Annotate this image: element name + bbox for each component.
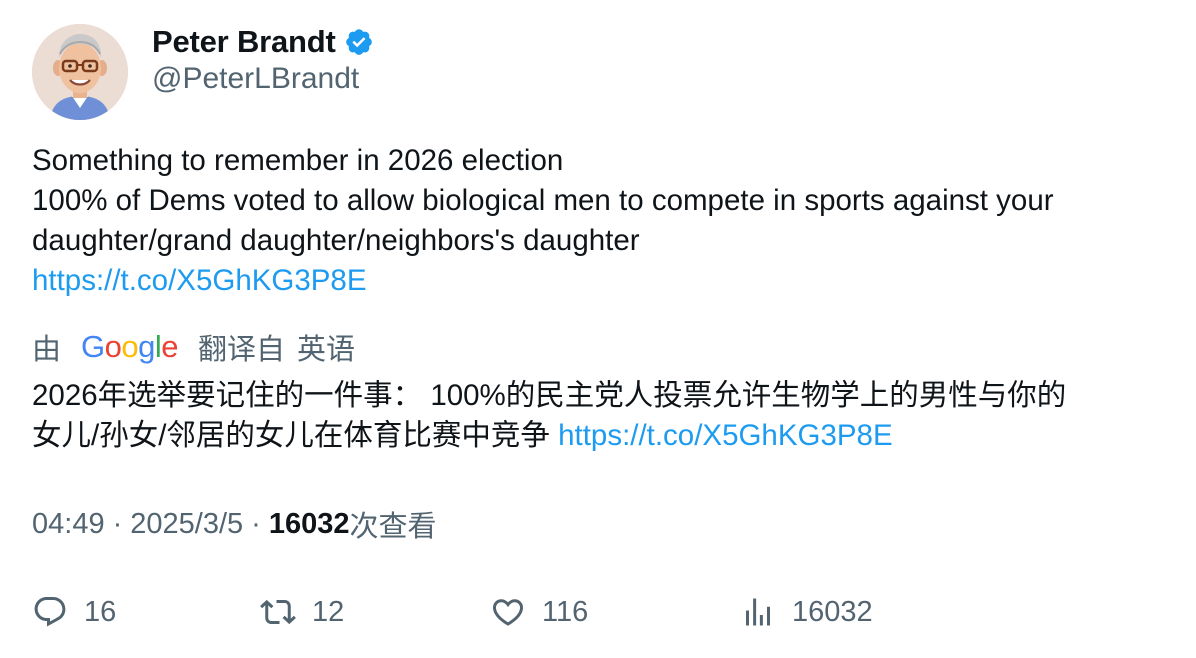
translated-by-label: 由 [32,334,62,366]
avatar[interactable] [32,24,128,120]
translated-link[interactable]: https://t.co/X5GhKG3P8E [558,419,893,452]
translated-text-segment: 女儿/孙女/邻居的女儿在体育比赛中竞争 [32,419,550,452]
display-name[interactable]: Peter Brandt [152,24,336,60]
author-handle[interactable]: @PeterLBrandt [152,62,359,96]
views-button[interactable]: 16032 [740,590,873,634]
views-count: 16032 [268,507,350,540]
tweet-text: Something to remember in 2026 election 1… [32,141,1172,301]
verified-badge-icon [344,27,374,57]
heart-icon [490,594,526,630]
translated-text: 2026年选举要记住的一件事： 100%的民主党人投票允许生物学上的男性与你的 … [32,376,1172,456]
avatar-illustration [32,24,128,120]
google-logo[interactable]: Google [81,329,179,365]
tweet-date[interactable]: 2025/3/5 [130,508,243,541]
tweet-meta: 04:49 · 2025/3/5 · 16032 次查看 [32,504,436,544]
bar-chart-icon [740,594,776,630]
retweet-icon [260,594,296,630]
reply-count: 16 [84,595,117,628]
like-button[interactable]: 116 [490,590,588,634]
views-label: 次查看 [349,511,437,543]
tweet-time[interactable]: 04:49 [32,508,105,541]
author-name-row: Peter Brandt [152,22,374,62]
views-action-count: 16032 [792,595,873,628]
retweet-button[interactable]: 12 [260,590,344,634]
reply-button[interactable]: 16 [32,590,116,634]
translated-text-line: 2026年选举要记住的一件事： 100%的民主党人投票允许生物学上的男性与你的 [32,379,1067,412]
tweet-text-line: Something to remember in 2026 election [32,144,564,177]
retweet-count: 12 [312,595,345,628]
translated-from-label: 翻译自 [198,334,286,366]
meta-separator: · [112,507,123,540]
translation-attribution: 由 Google 翻译自 英语 [32,327,355,367]
source-language: 英语 [297,334,356,366]
tweet-text-line: daughter/grand daughter/neighbors's daug… [32,224,640,257]
reply-icon [32,594,68,630]
tweet-text-line: 100% of Dems voted to allow biological m… [32,184,1054,217]
tweet-card: Peter Brandt @PeterLBrandt Something to … [0,0,1196,658]
translated-text-line-2: 女儿/孙女/邻居的女儿在体育比赛中竞争 https://t.co/X5GhKG3… [32,416,1172,456]
tweet-link[interactable]: https://t.co/X5GhKG3P8E [32,261,1172,301]
like-count: 116 [542,595,589,628]
meta-separator: · [251,507,261,540]
action-bar: 16 12 116 16032 [32,590,1172,634]
